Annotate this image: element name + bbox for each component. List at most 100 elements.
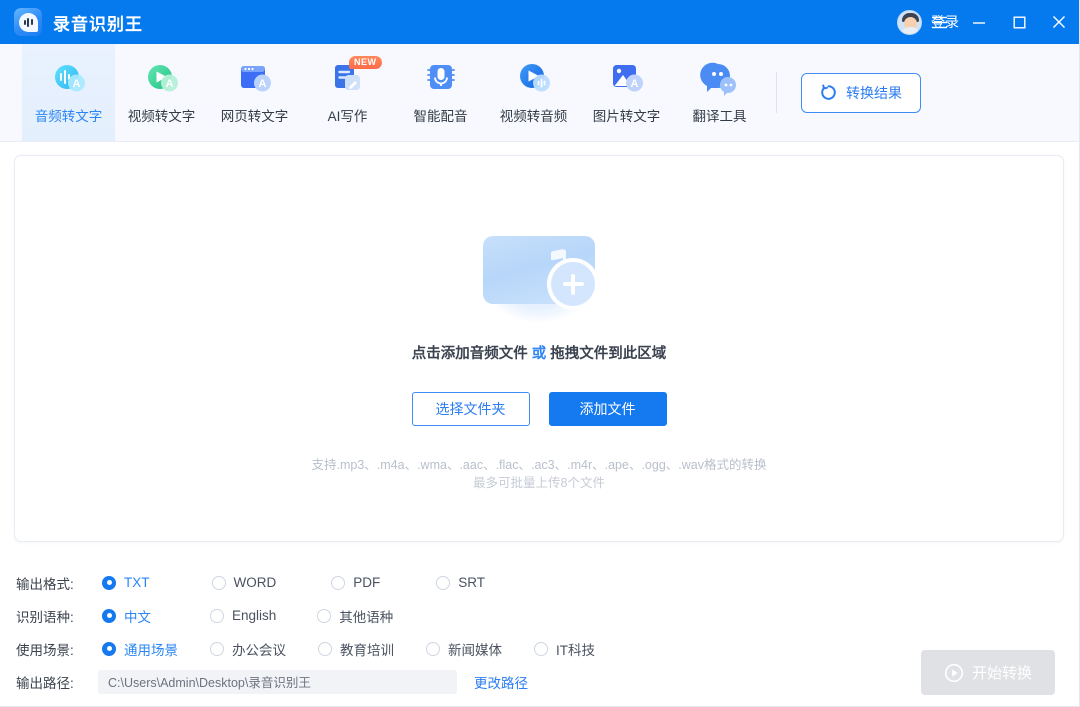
webpage-to-text-icon: A [235,60,275,98]
image-to-text-icon: A [607,60,647,98]
supported-formats-line1: 支持.mp3、.m4a、.wma、.aac、.flac、.ac3、.m4r、.a… [311,458,767,472]
radio-label: TXT [124,575,150,590]
radio-option-education-training[interactable]: 教育培训 [318,639,394,659]
dropzone-prompt-or: 或 [531,346,547,362]
radio-option-other-language[interactable]: 其他语种 [317,606,393,626]
minimize-icon[interactable] [959,0,999,44]
dropzone-actions: 选择文件夹 添加文件 [411,392,667,426]
radio-label: English [232,608,277,623]
setting-row-language: 识别语种: 中文 English 其他语种 [16,599,1079,632]
output-path-input[interactable] [98,669,457,694]
radio-indicator [102,641,116,656]
toolbar-item-label: AI写作 [327,109,368,124]
radio-label: SRT [458,575,486,590]
radio-indicator [318,641,332,656]
svg-text:A: A [72,78,80,90]
start-conversion-label: 开始转换 [971,665,1032,682]
supported-formats: 支持.mp3、.m4a、.wma、.aac、.flac、.ac3、.m4r、.a… [312,456,767,492]
setting-label: 输出路径: [16,675,74,691]
toolbar-item-translation-tool[interactable]: 翻译工具 [673,44,766,141]
file-dropzone[interactable]: 点击添加音频文件 或 拖拽文件到此区域 选择文件夹 添加文件 支持.mp3、.m… [14,155,1064,542]
choose-folder-button[interactable]: 选择文件夹 [411,392,530,426]
setting-row-scene: 使用场景: 通用场景 办公会议 教育培训 新闻媒体 IT科技 [16,632,1079,665]
svg-text:A: A [165,78,173,90]
feature-toolbar: A 音频转文字 A 视频转文字 A 网页转文字 NEW AI写作 智能配音 视频… [0,44,1079,142]
radio-option-it-tech[interactable]: IT科技 [534,639,595,659]
add-file-button[interactable]: 添加文件 [548,392,667,426]
dropzone-prompt: 点击添加音频文件 或 拖拽文件到此区域 [412,342,667,363]
radio-option-english[interactable]: English [210,608,276,623]
radio-indicator [102,575,116,590]
radio-option-srt[interactable]: SRT [436,575,485,590]
radio-label: 教育培训 [340,642,394,658]
toolbar-item-label: 视频转文字 [127,109,196,124]
radio-indicator [210,608,224,623]
dropzone-prompt-drag: 拖拽文件到此区域 [550,346,667,362]
translation-tool-icon [699,60,740,98]
start-conversion-button[interactable]: 开始转换 [921,650,1055,695]
radio-indicator [102,608,116,623]
radio-indicator [331,575,346,590]
conversion-result-label: 转换结果 [846,84,902,101]
toolbar-item-label: 翻译工具 [692,109,747,124]
toolbar-item-audio-to-text[interactable]: A 音频转文字 [22,44,115,141]
toolbar-item-label: 智能配音 [413,109,468,124]
window-controls [919,0,1079,44]
radio-label: PDF [353,575,381,590]
radio-option-pdf[interactable]: PDF [331,575,380,590]
setting-row-output-path: 输出路径: 更改路径 [16,665,1079,698]
app-logo-icon [14,8,42,36]
radio-indicator [534,641,548,656]
title-bar: 录音识别王 登录 [0,0,1079,44]
conversion-result-button[interactable]: 转换结果 [801,72,921,113]
play-circle-icon [944,663,964,683]
video-to-text-icon: A [142,60,182,98]
svg-text:A: A [258,78,266,90]
radio-option-chinese[interactable]: 中文 [102,606,151,626]
radio-option-general-scene[interactable]: 通用场景 [102,639,178,659]
close-icon[interactable] [1039,0,1079,44]
radio-option-txt[interactable]: TXT [102,575,150,590]
audio-to-text-icon: A [49,60,89,98]
app-title: 录音识别王 [53,14,143,34]
application-window: 录音识别王 登录 A 音频转文字 A 视频转文字 A 网页转文字 NEW AI写… [0,0,1080,707]
radio-label: WORD [233,575,277,590]
radio-label: 通用场景 [124,642,178,658]
dropzone-prompt-click: 点击添加音频文件 [411,346,528,362]
setting-label: 输出格式: [16,576,74,592]
radio-option-office-meeting[interactable]: 办公会议 [210,639,286,659]
refresh-circle-icon [820,84,837,101]
supported-formats-line2: 最多可批量上传8个文件 [473,476,605,491]
toolbar-items: A 音频转文字 A 视频转文字 A 网页转文字 NEW AI写作 智能配音 视频… [0,44,766,141]
toolbar-item-webpage-to-text[interactable]: A 网页转文字 [208,44,301,141]
svg-text:A: A [630,78,638,90]
radio-label: IT科技 [556,642,595,658]
maximize-icon[interactable] [999,0,1039,44]
radio-label: 新闻媒体 [448,642,502,658]
smart-dubbing-icon [421,60,461,98]
toolbar-item-image-to-text[interactable]: A 图片转文字 [580,44,673,141]
toolbar-item-label: 网页转文字 [220,109,289,124]
toolbar-divider [776,72,777,113]
hamburger-menu-icon[interactable] [919,0,959,44]
toolbar-item-video-to-audio[interactable]: 视频转音频 [487,44,580,141]
new-badge: NEW [349,56,382,69]
radio-indicator [426,641,440,656]
ai-writing-icon: NEW [328,56,382,98]
change-path-link[interactable]: 更改路径 [474,672,528,692]
radio-label: 中文 [124,609,151,625]
setting-row-output-format: 输出格式: TXT WORD PDF SRT [16,566,1079,599]
toolbar-item-ai-writing[interactable]: NEW AI写作 [301,44,394,141]
toolbar-item-smart-dubbing[interactable]: 智能配音 [394,44,487,141]
settings-panel: 输出格式: TXT WORD PDF SRT 识别语种: 中文 English … [0,554,1079,706]
radio-option-word[interactable]: WORD [211,575,277,590]
radio-indicator [436,575,451,590]
setting-label: 使用场景: [16,642,74,658]
main-content: 点击添加音频文件 或 拖拽文件到此区域 选择文件夹 添加文件 支持.mp3、.m… [0,142,1079,554]
radio-option-news-media[interactable]: 新闻媒体 [426,639,502,659]
toolbar-item-label: 图片转文字 [592,109,661,124]
video-to-audio-icon [514,60,554,98]
radio-indicator [211,575,226,590]
toolbar-item-video-to-text[interactable]: A 视频转文字 [115,44,208,141]
toolbar-item-label: 音频转文字 [34,109,103,124]
